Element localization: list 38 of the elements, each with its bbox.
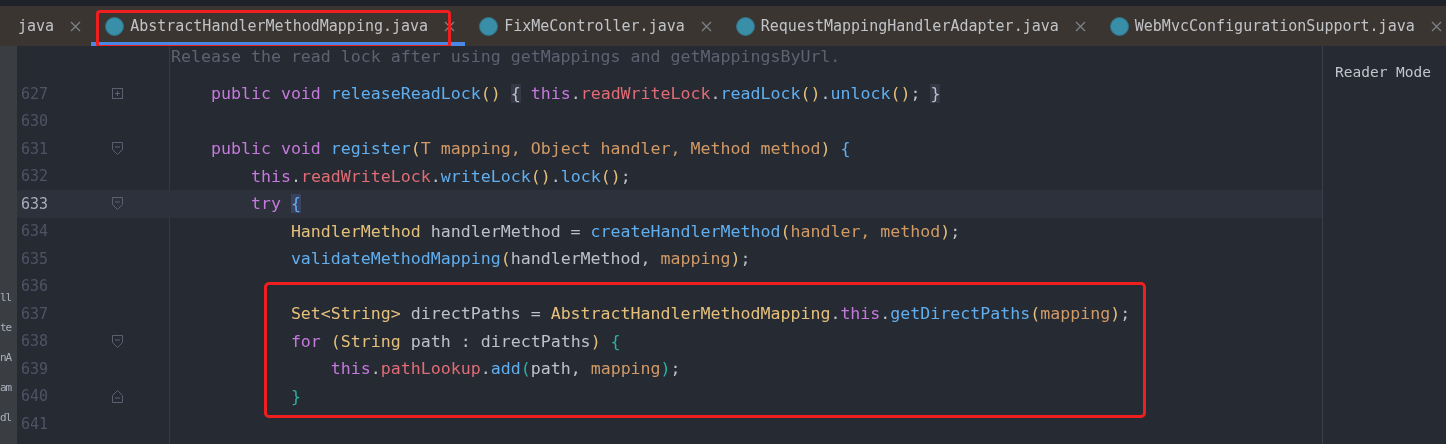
code-line: this.pathLookup.add(path, mapping); bbox=[329, 359, 681, 379]
sidebar-text: am bbox=[0, 380, 12, 396]
tab-label: WebMvcConfigurationSupport.java bbox=[1134, 17, 1415, 35]
fold-icon[interactable] bbox=[112, 142, 123, 156]
expand-icon[interactable] bbox=[112, 88, 123, 100]
close-icon[interactable] bbox=[1074, 20, 1086, 32]
code-line: validateMethodMapping(handlerMethod, mapping); bbox=[289, 249, 751, 269]
editor-tab[interactable]: java bbox=[0, 6, 92, 46]
tab-label: java bbox=[18, 17, 55, 35]
close-icon[interactable] bbox=[700, 20, 712, 32]
sidebar-text: nA bbox=[0, 350, 12, 366]
line-number: 633 bbox=[19, 194, 48, 213]
fold-icon[interactable] bbox=[112, 334, 123, 348]
sidebar-text: dl bbox=[0, 410, 12, 426]
doc-comment: Release the read lock after using getMappings and getMappingsByUrl. bbox=[171, 46, 841, 66]
code-line: for (String path : directPaths) { bbox=[289, 331, 621, 351]
code-line: HandlerMethod handlerMethod = createHandlerMethod(handler, method); bbox=[289, 221, 961, 241]
code-line: public void register(T mapping, Object handler, Method method) { bbox=[209, 139, 851, 159]
editor-tab[interactable]: WebMvcConfigurationSupport.java bbox=[1095, 6, 1446, 46]
code-line: try { bbox=[249, 194, 301, 214]
editor-tab[interactable]: FixMeController.java bbox=[465, 6, 722, 46]
close-icon[interactable] bbox=[1430, 20, 1442, 32]
editor-tab[interactable]: RequestMappingHandlerAdapter.java bbox=[721, 6, 1096, 46]
code-line: } bbox=[289, 386, 301, 406]
tab-label: FixMeController.java bbox=[504, 17, 685, 35]
fold-end-icon[interactable] bbox=[112, 389, 123, 403]
sidebar-text: te bbox=[0, 320, 12, 336]
close-icon[interactable] bbox=[70, 20, 82, 32]
tab-label: AbstractHandlerMethodMapping.java bbox=[130, 17, 429, 35]
editor-tab[interactable]: AbstractHandlerMethodMapping.java bbox=[91, 6, 466, 46]
sidebar-text: ll bbox=[0, 290, 12, 306]
code-line: Set<String> directPaths = AbstractHandlerMethodMapping.this.getDirectPaths(mapping); bbox=[289, 304, 1131, 324]
code-line: public void releaseReadLock() { this.readWriteLock.readLock().unlock(); } bbox=[209, 84, 941, 104]
code-line: this.readWriteLock.writeLock().lock(); bbox=[249, 166, 631, 186]
fold-icon[interactable] bbox=[112, 197, 123, 211]
tab-label: RequestMappingHandlerAdapter.java bbox=[760, 17, 1059, 35]
reader-mode-label[interactable]: Reader Mode bbox=[1335, 64, 1432, 80]
close-icon[interactable] bbox=[444, 20, 456, 32]
